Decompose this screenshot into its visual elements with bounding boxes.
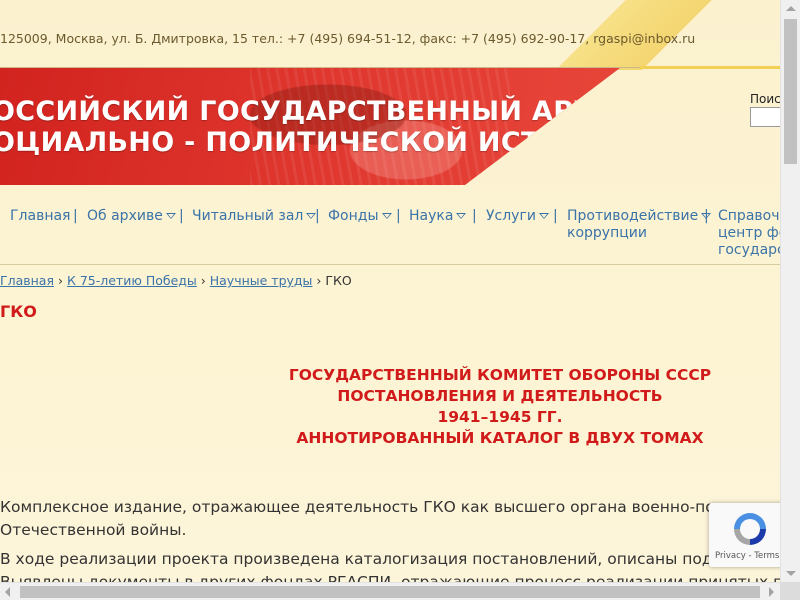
- nav-item-reference[interactable]: Справочн центр фе государст: [718, 208, 780, 259]
- scroll-left-icon[interactable]: [5, 587, 10, 597]
- nav-item-about[interactable]: Об архиве: [87, 208, 176, 225]
- breadcrumb-section-link[interactable]: К 75-летию Победы: [67, 273, 197, 288]
- scroll-right-icon[interactable]: [769, 587, 774, 597]
- nav-separator: |: [472, 208, 477, 224]
- heading-line: АННОТИРОВАННЫЙ КАТАЛОГ В ДВУХ ТОМАХ: [296, 429, 704, 447]
- main-nav: Главная | Об архиве | Читальный зал | Фо…: [0, 208, 780, 264]
- nav-separator: |: [704, 208, 709, 224]
- chevron-down-icon: [456, 213, 467, 219]
- recaptcha-links[interactable]: Privacy - Terms: [715, 551, 779, 561]
- page-title: ГКО: [0, 302, 37, 321]
- site-title-line1: ОССИЙСКИЙ ГОСУДАРСТВЕННЫЙ АРХИВ: [0, 96, 620, 127]
- header-contact-info: 125009, Москва, ул. Б. Дмитровка, 15 тел…: [0, 31, 696, 46]
- breadcrumb-separator: ›: [316, 273, 322, 288]
- scroll-down-icon[interactable]: [786, 571, 796, 576]
- paragraph-line: Выявлены документы в других фондах РГАСП…: [0, 573, 780, 582]
- header-banner[interactable]: ОССИЙСКИЙ ГОСУДАРСТВЕННЫЙ АРХИВ ОЦИАЛЬНО…: [0, 68, 620, 185]
- nav-item-home[interactable]: Главная: [10, 208, 70, 225]
- horizontal-scroll-thumb[interactable]: [20, 586, 760, 598]
- breadcrumb-subsection-link[interactable]: Научные труды: [210, 273, 313, 288]
- nav-item-services[interactable]: Услуги: [486, 208, 549, 225]
- nav-separator: |: [73, 208, 78, 224]
- horizontal-scrollbar[interactable]: [0, 582, 780, 600]
- breadcrumb-separator: ›: [57, 273, 63, 288]
- header-gold-line: [640, 66, 780, 69]
- search-label: Поис: [750, 92, 780, 106]
- chevron-down-icon: [538, 213, 549, 219]
- nav-divider: [0, 264, 780, 265]
- nav-item-science[interactable]: Наука: [409, 208, 467, 225]
- nav-separator: |: [179, 208, 184, 224]
- page: 125009, Москва, ул. Б. Дмитровка, 15 тел…: [0, 0, 780, 582]
- breadcrumb: Главная › К 75-летию Победы › Научные тр…: [0, 273, 352, 288]
- nav-separator: |: [315, 208, 320, 224]
- recaptcha-icon: [734, 513, 766, 545]
- catalog-heading: ГОСУДАРСТВЕННЫЙ КОМИТЕТ ОБОРОНЫ СССР ПОС…: [220, 365, 780, 449]
- nav-item-funds[interactable]: Фонды: [328, 208, 392, 225]
- scroll-up-icon[interactable]: [786, 6, 796, 11]
- heading-line: 1941–1945 ГГ.: [437, 408, 563, 426]
- breadcrumb-separator: ›: [200, 273, 206, 288]
- paragraph-line: Отечественной войны.: [0, 521, 187, 539]
- heading-line: ПОСТАНОВЛЕНИЯ И ДЕЯТЕЛЬНОСТЬ: [337, 387, 663, 405]
- vertical-scroll-thumb[interactable]: [784, 19, 797, 164]
- site-title: ОССИЙСКИЙ ГОСУДАРСТВЕННЫЙ АРХИВ ОЦИАЛЬНО…: [0, 96, 620, 158]
- nav-separator: |: [553, 208, 558, 224]
- breadcrumb-home-link[interactable]: Главная: [0, 273, 54, 288]
- search-input[interactable]: [750, 107, 780, 127]
- scrollbar-corner: [780, 582, 800, 600]
- paragraph-line: Комплексное издание, отражающее деятельн…: [0, 498, 715, 516]
- chevron-down-icon: [381, 213, 392, 219]
- chevron-down-icon: [165, 213, 176, 219]
- vertical-scrollbar[interactable]: [780, 0, 800, 582]
- breadcrumb-current: ГКО: [325, 273, 352, 288]
- nav-item-reading-room[interactable]: Читальный зал: [192, 208, 317, 225]
- nav-item-anticorruption[interactable]: Противодействие коррупции: [567, 208, 712, 242]
- heading-line: ГОСУДАРСТВЕННЫЙ КОМИТЕТ ОБОРОНЫ СССР: [288, 366, 712, 384]
- paragraph-line: В ходе реализации проекта произведена ка…: [0, 550, 758, 568]
- nav-separator: |: [396, 208, 401, 224]
- header-divider: [0, 67, 640, 68]
- site-title-line2: ОЦИАЛЬНО - ПОЛИТИЧЕСКОЙ ИСТОРИИ: [0, 127, 620, 158]
- paragraph-2: В ходе реализации проекта произведена ка…: [0, 548, 780, 582]
- paragraph-1: Комплексное издание, отражающее деятельн…: [0, 496, 780, 542]
